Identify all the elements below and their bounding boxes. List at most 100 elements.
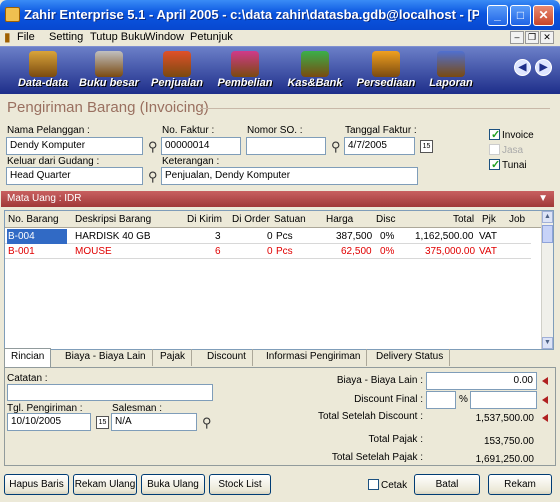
expand-arrow-icon[interactable] xyxy=(542,414,548,422)
calendar-icon[interactable]: 15 xyxy=(96,416,109,429)
col-di-kirim[interactable]: Di Kirim xyxy=(187,214,222,225)
delete-row-button[interactable]: Hapus Baris xyxy=(4,474,69,495)
salesman-input[interactable]: N/A xyxy=(111,413,197,431)
col-disc[interactable]: Disc xyxy=(376,214,395,225)
cell-total[interactable]: 1,162,500.00 xyxy=(415,231,473,242)
cell-desc[interactable]: HARDISK 40 GB xyxy=(75,231,151,242)
ship-date-input[interactable]: 10/10/2005 xyxy=(7,413,91,431)
print-checkbox[interactable]: Cetak xyxy=(368,479,407,491)
other-cost-input[interactable]: 0.00 xyxy=(426,372,537,390)
items-grid[interactable]: No. Barang Deskripsi Barang Di Kirim Di … xyxy=(4,210,554,350)
service-checkbox[interactable]: Jasa xyxy=(489,144,523,156)
cash-checkbox[interactable]: Tunai xyxy=(489,158,527,171)
tab-delivery-status[interactable]: Delivery Status xyxy=(370,349,451,366)
notes-label: Keterangan : xyxy=(162,156,220,167)
mdi-minimize-button[interactable]: – xyxy=(510,31,524,44)
record-again-button[interactable]: Rekam Ulang xyxy=(73,474,137,495)
paperclip-icon[interactable]: ⚲ xyxy=(148,140,159,153)
cell-unit[interactable]: Pcs xyxy=(276,231,293,242)
cell-price[interactable]: 62,500 xyxy=(341,246,372,257)
cell-disc[interactable]: 0% xyxy=(380,246,394,257)
title-divider xyxy=(200,108,550,109)
scroll-up-icon[interactable]: ▲ xyxy=(542,211,553,223)
mdi-restore-button[interactable]: ❐ xyxy=(525,31,539,44)
calendar-icon[interactable]: 15 xyxy=(420,140,433,153)
cell-tax[interactable]: VAT xyxy=(479,246,497,257)
cell-sent[interactable]: 3 xyxy=(215,231,221,242)
tab-discount[interactable]: Discount xyxy=(201,349,253,366)
scroll-down-icon[interactable]: ▼ xyxy=(542,337,553,349)
so-input[interactable] xyxy=(246,137,326,155)
title-bar: Zahir Enterprise 5.1 - April 2005 - c:\d… xyxy=(0,0,560,30)
tab-pajak[interactable]: Pajak xyxy=(154,349,193,366)
toolbar-penjualan[interactable]: Penjualan xyxy=(146,49,208,93)
cell-tax[interactable]: VAT xyxy=(479,231,497,242)
notes-input[interactable]: Penjualan, Dendy Komputer xyxy=(161,167,418,185)
cell-unit[interactable]: Pcs xyxy=(276,246,293,257)
tab-biaya-lain[interactable]: Biaya - Biaya Lain xyxy=(59,349,153,366)
final-discount-input[interactable] xyxy=(470,391,537,409)
menu-petunjuk[interactable]: Petunjuk xyxy=(190,31,233,43)
cell-no[interactable]: B-001 xyxy=(8,246,35,257)
menu-tutup-buku[interactable]: Tutup Buku xyxy=(90,31,146,43)
toolbar-kas-bank[interactable]: Kas&Bank xyxy=(284,49,346,93)
invoice-no-input[interactable]: 00000014 xyxy=(161,137,241,155)
col-satuan[interactable]: Satuan xyxy=(274,214,306,225)
inventory-icon xyxy=(372,51,400,77)
menu-setting[interactable]: Setting xyxy=(49,31,83,43)
paperclip-icon[interactable]: ⚲ xyxy=(331,140,342,153)
col-di-order[interactable]: Di Order xyxy=(232,214,270,225)
warehouse-input[interactable]: Head Quarter xyxy=(6,167,143,185)
col-pjk[interactable]: Pjk xyxy=(482,214,496,225)
dropdown-arrow-icon[interactable]: ▼ xyxy=(538,193,548,204)
table-row[interactable]: B-004 HARDISK 40 GB 3 0 Pcs 387,500 0% 1… xyxy=(5,229,531,244)
close-button[interactable]: ✕ xyxy=(533,5,554,26)
maximize-button[interactable]: □ xyxy=(510,5,531,26)
minimize-button[interactable]: _ xyxy=(487,5,508,26)
tab-rincian[interactable]: Rincian xyxy=(4,348,52,367)
toolbar-persediaan[interactable]: Persediaan xyxy=(355,49,417,93)
col-no-barang[interactable]: No. Barang xyxy=(8,214,59,225)
tab-informasi-pengiriman[interactable]: Informasi Pengiriman xyxy=(260,349,368,366)
stock-list-button[interactable]: Stock List xyxy=(209,474,271,495)
cell-no[interactable]: B-004 xyxy=(7,229,67,244)
menu-file[interactable]: File xyxy=(17,31,35,43)
nav-prev-button[interactable]: ◀ xyxy=(514,59,531,76)
col-job[interactable]: Job xyxy=(509,214,525,225)
cell-desc[interactable]: MOUSE xyxy=(75,246,112,257)
cell-total[interactable]: 375,000.00 xyxy=(425,246,475,257)
mdi-close-button[interactable]: ✕ xyxy=(540,31,554,44)
col-harga[interactable]: Harga xyxy=(326,214,353,225)
customer-input[interactable]: Dendy Komputer xyxy=(6,137,143,155)
final-discount-pct-input[interactable] xyxy=(426,391,456,409)
table-row[interactable]: B-001 MOUSE 6 0 Pcs 62,500 0% 375,000.00… xyxy=(5,244,531,259)
date-input[interactable]: 4/7/2005 xyxy=(344,137,415,155)
toolbar-laporan[interactable]: Laporan xyxy=(420,49,482,93)
catatan-input[interactable] xyxy=(7,384,213,401)
expand-arrow-icon[interactable] xyxy=(542,396,548,404)
cell-order[interactable]: 0 xyxy=(267,231,273,242)
expand-arrow-icon[interactable] xyxy=(542,377,548,385)
cancel-button[interactable]: Batal xyxy=(414,474,480,495)
nav-next-button[interactable]: ▶ xyxy=(535,59,552,76)
save-button[interactable]: Rekam xyxy=(488,474,552,495)
cell-disc[interactable]: 0% xyxy=(380,231,394,242)
cell-price[interactable]: 387,500 xyxy=(336,231,372,242)
cell-sent[interactable]: 6 xyxy=(215,246,221,257)
grid-scrollbar[interactable]: ▲ ▼ xyxy=(541,211,553,349)
col-total[interactable]: Total xyxy=(453,214,474,225)
paperclip-icon[interactable]: ⚲ xyxy=(202,416,213,429)
paperclip-icon[interactable]: ⚲ xyxy=(148,170,159,183)
toolbar-pembelian[interactable]: Pembelian xyxy=(214,49,276,93)
toolbar-buku-besar[interactable]: Buku besar xyxy=(78,49,140,93)
toolbar-data-data[interactable]: Data-data xyxy=(12,49,74,93)
so-label: Nomor SO. : xyxy=(247,125,303,136)
reopen-button[interactable]: Buka Ulang xyxy=(141,474,205,495)
invoice-checkbox[interactable]: Invoice xyxy=(489,128,534,141)
cell-order[interactable]: 0 xyxy=(267,246,273,257)
scroll-thumb[interactable] xyxy=(542,225,553,243)
col-deskripsi[interactable]: Deskripsi Barang xyxy=(75,214,151,225)
total-after-tax-label: Total Setelah Pajak : xyxy=(331,452,423,463)
menu-window[interactable]: Window xyxy=(145,31,184,43)
currency-bar[interactable]: Mata Uang : IDR ▼ xyxy=(1,191,554,207)
